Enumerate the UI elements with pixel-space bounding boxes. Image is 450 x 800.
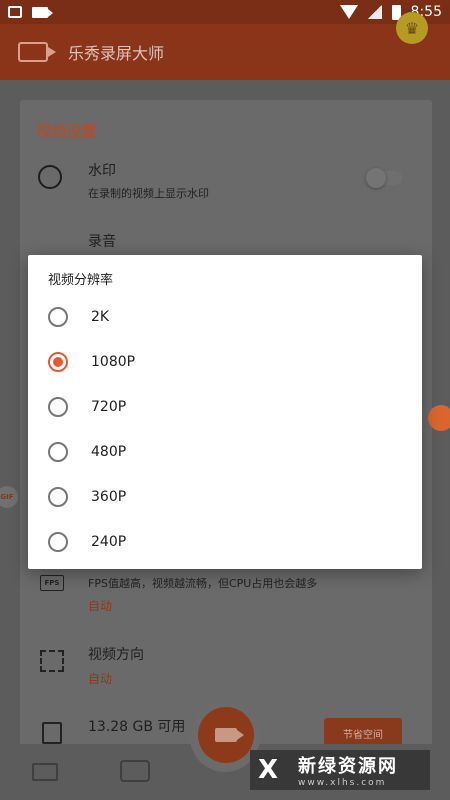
fps-setting[interactable]: FPS值越高，视频越流畅，但CPU占用也会越多 自动	[88, 575, 450, 614]
watermark-subtitle: 在录制的视频上显示水印	[88, 187, 209, 200]
radio-240p[interactable]	[48, 532, 68, 552]
fps-icon: FPS	[40, 575, 64, 591]
radio-1080p[interactable]	[48, 352, 68, 372]
vip-crown-button[interactable]: ♛	[396, 12, 428, 44]
image-notification-icon	[8, 6, 22, 18]
option-2k[interactable]: 2K	[28, 295, 422, 339]
crown-icon: ♛	[404, 18, 420, 38]
option-label: 240P	[91, 534, 127, 550]
radio-2k[interactable]	[48, 307, 68, 327]
storage-icon	[42, 722, 62, 744]
record-camera-icon	[215, 728, 244, 742]
status-bar: 8:55	[0, 0, 450, 24]
option-label: 480P	[91, 444, 127, 460]
audio-setting[interactable]: 录音	[88, 231, 450, 251]
radio-360p[interactable]	[48, 487, 68, 507]
video-camera-icon	[18, 42, 56, 62]
orientation-value: 自动	[88, 672, 113, 686]
option-label: 2K	[91, 309, 110, 325]
watermark-main-text: 新绿资源网	[298, 756, 398, 777]
site-watermark: X 新绿资源网 www.xlhs.com	[250, 750, 430, 790]
record-button[interactable]	[198, 707, 254, 763]
fps-value: 自动	[88, 599, 113, 613]
video-notification-icon	[32, 6, 53, 18]
radio-720p[interactable]	[48, 397, 68, 417]
audio-title: 录音	[88, 234, 116, 250]
option-1080p[interactable]: 1080P	[28, 340, 422, 384]
watermark-logo: X	[258, 755, 279, 785]
resolution-dialog: 视频分辨率 2K 1080P 720P 480P 360P 240P	[28, 255, 422, 569]
camera-icon[interactable]	[120, 760, 150, 782]
water-drop-icon	[38, 165, 62, 189]
signal-icon	[367, 5, 382, 19]
gif-float-button[interactable]: GIF	[0, 486, 18, 508]
fps-subtitle: FPS值越高，视频越流畅，但CPU占用也会越多	[88, 577, 318, 590]
section-title: 视频设置	[36, 122, 97, 140]
watermark-url: www.xlhs.com	[298, 778, 387, 788]
wifi-icon	[339, 5, 358, 19]
option-240p[interactable]: 240P	[28, 520, 422, 564]
app-title: 乐秀录屏大师	[68, 44, 165, 63]
floating-record-icon[interactable]	[428, 405, 450, 431]
dialog-title: 视频分辨率	[48, 273, 114, 288]
orientation-setting[interactable]: 视频方向 自动	[88, 644, 450, 687]
option-720p[interactable]: 720P	[28, 385, 422, 429]
radio-480p[interactable]	[48, 442, 68, 462]
option-480p[interactable]: 480P	[28, 430, 422, 474]
orientation-title: 视频方向	[88, 647, 144, 663]
option-label: 720P	[91, 399, 127, 415]
orientation-icon	[40, 650, 64, 672]
watermark-toggle[interactable]	[366, 168, 402, 188]
option-360p[interactable]: 360P	[28, 475, 422, 519]
option-label: 1080P	[91, 354, 136, 370]
video-list-icon[interactable]	[32, 763, 58, 781]
option-label: 360P	[91, 489, 127, 505]
app-bar: 乐秀录屏大师	[0, 24, 450, 80]
